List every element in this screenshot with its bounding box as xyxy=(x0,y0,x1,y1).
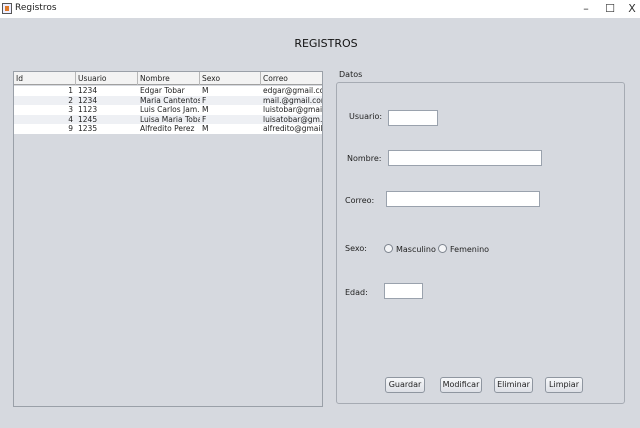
cell-id: 2 xyxy=(68,95,73,105)
cell-id: 4 xyxy=(68,114,73,124)
cell-usuario: 1245 xyxy=(78,114,98,124)
cell-usuario: 1235 xyxy=(78,124,98,133)
registros-table[interactable]: Id Usuario Nombre Sexo Correo 1 1234 Edg… xyxy=(13,71,323,407)
column-header-nombre[interactable]: Nombre xyxy=(138,72,200,85)
window-title: Registros xyxy=(15,3,57,13)
column-header-correo[interactable]: Correo xyxy=(261,72,322,85)
cell-usuario: 1123 xyxy=(78,105,98,114)
cell-correo: edgar@gmail.com xyxy=(263,86,322,95)
minimize-button[interactable]: – xyxy=(574,0,598,18)
cell-id: 3 xyxy=(68,105,73,114)
cell-correo: luistobar@gmai... xyxy=(263,105,322,114)
cell-sexo: F xyxy=(202,114,207,124)
masculino-radio[interactable] xyxy=(384,244,393,253)
usuario-input[interactable] xyxy=(388,110,438,126)
page-title: REGISTROS xyxy=(294,37,358,50)
close-button[interactable]: X xyxy=(620,0,640,18)
cell-sexo: M xyxy=(202,105,209,114)
cell-sexo: M xyxy=(202,124,209,133)
guardar-button[interactable]: Guardar xyxy=(385,377,425,393)
cell-nombre: Edgar Tobar xyxy=(140,86,185,95)
eliminar-button[interactable]: Eliminar xyxy=(494,377,533,393)
datos-panel xyxy=(336,82,625,404)
cell-usuario: 1234 xyxy=(78,95,98,105)
table-row[interactable]: 3 1123 Luis Carlos Jam... M luistobar@gm… xyxy=(14,105,322,115)
column-header-id[interactable]: Id xyxy=(14,72,76,85)
cell-nombre: Luisa Maria Tobar xyxy=(140,114,200,124)
limpiar-button[interactable]: Limpiar xyxy=(545,377,583,393)
registros-window: Registros – ☐ X REGISTROS Id Usuario Nom… xyxy=(0,0,640,428)
cell-correo: alfredito@gmail xyxy=(263,124,322,133)
femenino-radio[interactable] xyxy=(438,244,447,253)
cell-id: 9 xyxy=(68,124,73,133)
cell-sexo: M xyxy=(202,86,209,95)
cell-id: 1 xyxy=(68,86,73,95)
edad-input[interactable] xyxy=(384,283,423,299)
app-icon xyxy=(2,3,12,14)
cell-nombre: Alfredito Perez xyxy=(140,124,195,133)
nombre-label: Nombre: xyxy=(347,154,382,163)
table-row[interactable]: 1 1234 Edgar Tobar M edgar@gmail.com xyxy=(14,86,322,96)
maximize-button[interactable]: ☐ xyxy=(598,0,622,18)
nombre-input[interactable] xyxy=(388,150,542,166)
cell-sexo: F xyxy=(202,95,207,105)
title-bar: Registros – ☐ X xyxy=(0,0,640,18)
masculino-label[interactable]: Masculino xyxy=(396,245,436,254)
cell-nombre: Luis Carlos Jam... xyxy=(140,105,200,114)
column-header-usuario[interactable]: Usuario xyxy=(76,72,138,85)
usuario-label: Usuario: xyxy=(349,112,383,121)
modificar-button[interactable]: Modificar xyxy=(440,377,482,393)
table-row[interactable]: 9 1235 Alfredito Perez M alfredito@gmail xyxy=(14,124,322,134)
sexo-label: Sexo: xyxy=(345,244,367,253)
table-row[interactable]: 4 1245 Luisa Maria Tobar F luisatobar@gm… xyxy=(14,114,322,124)
cell-nombre: Maria Cantentos xyxy=(140,95,200,105)
table-header: Id Usuario Nombre Sexo Correo xyxy=(14,72,322,85)
cell-correo: mail.@gmail.com xyxy=(263,95,322,105)
table-row[interactable]: 2 1234 Maria Cantentos F mail.@gmail.com xyxy=(14,95,322,105)
cell-usuario: 1234 xyxy=(78,86,98,95)
correo-label: Correo: xyxy=(345,196,375,205)
femenino-label[interactable]: Femenino xyxy=(450,245,489,254)
cell-correo: luisatobar@gm... xyxy=(263,114,322,124)
column-header-sexo[interactable]: Sexo xyxy=(200,72,261,85)
edad-label: Edad: xyxy=(345,288,368,297)
correo-input[interactable] xyxy=(386,191,540,207)
datos-legend: Datos xyxy=(338,70,364,79)
